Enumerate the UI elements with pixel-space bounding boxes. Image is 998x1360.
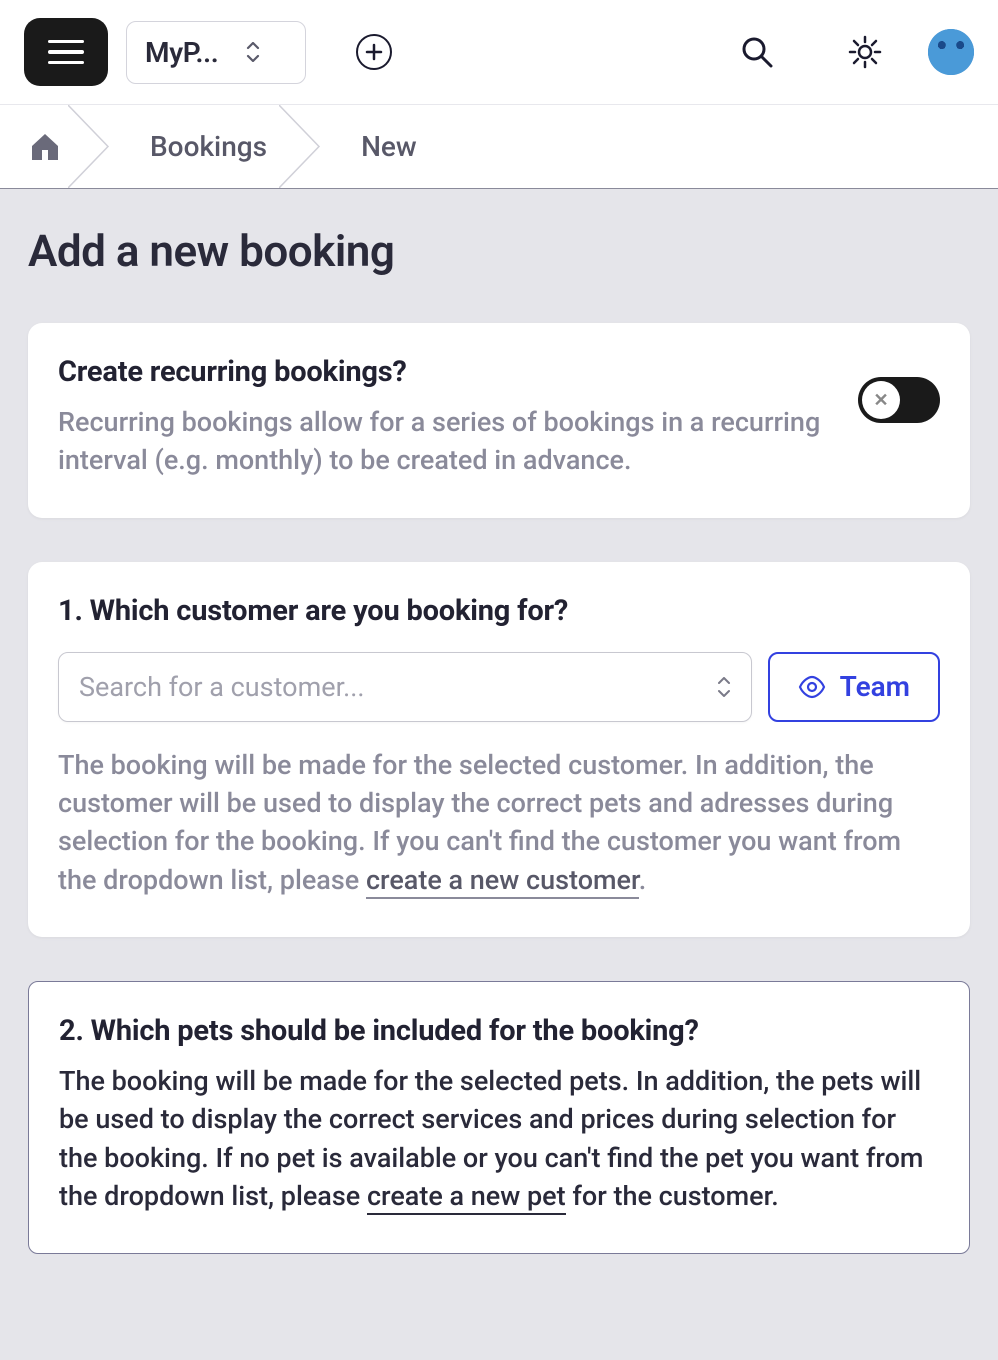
recurring-desc: Recurring bookings allow for a series of… [58, 403, 828, 480]
theme-toggle[interactable] [842, 29, 888, 75]
customer-search[interactable]: Search for a customer... [58, 652, 752, 722]
add-button[interactable] [356, 34, 392, 70]
customer-desc: The booking will be made for the selecte… [58, 746, 940, 899]
pets-desc: The booking will be made for the selecte… [59, 1062, 939, 1215]
breadcrumb-label: New [361, 130, 417, 163]
recurring-toggle[interactable]: ✕ [858, 377, 940, 423]
breadcrumb: Bookings New [0, 105, 998, 189]
breadcrumb-bookings[interactable]: Bookings [96, 105, 307, 188]
chevron-updown-icon [717, 677, 731, 697]
breadcrumb-home[interactable] [0, 105, 96, 188]
menu-button[interactable] [24, 18, 108, 86]
content: Add a new booking Create recurring booki… [0, 189, 998, 1294]
breadcrumb-new: New [307, 105, 457, 188]
sun-icon [847, 34, 883, 70]
create-pet-link[interactable]: create a new pet [367, 1180, 566, 1215]
customer-search-placeholder: Search for a customer... [79, 671, 364, 703]
pets-title: 2. Which pets should be included for the… [59, 1014, 939, 1048]
breadcrumb-label: Bookings [150, 130, 267, 163]
close-icon: ✕ [862, 381, 900, 419]
customer-title: 1. Which customer are you booking for? [58, 594, 940, 628]
page-title: Add a new booking [28, 225, 970, 277]
org-selector[interactable]: MyP... [126, 21, 306, 84]
recurring-title: Create recurring bookings? [58, 355, 828, 389]
team-button-label: Team [840, 670, 910, 703]
org-selector-label: MyP... [145, 36, 218, 69]
search-icon [739, 34, 775, 70]
team-button[interactable]: Team [768, 652, 940, 722]
chevron-updown-icon [246, 42, 260, 62]
plus-icon [365, 43, 383, 61]
avatar[interactable] [928, 29, 974, 75]
recurring-card: Create recurring bookings? Recurring boo… [28, 323, 970, 518]
eye-icon [798, 673, 826, 701]
home-icon [28, 130, 62, 164]
search-button[interactable] [734, 29, 780, 75]
pets-card: 2. Which pets should be included for the… [28, 981, 970, 1254]
create-customer-link[interactable]: create a new customer [366, 864, 639, 899]
topbar: MyP... [0, 0, 998, 105]
customer-card: 1. Which customer are you booking for? S… [28, 562, 970, 937]
